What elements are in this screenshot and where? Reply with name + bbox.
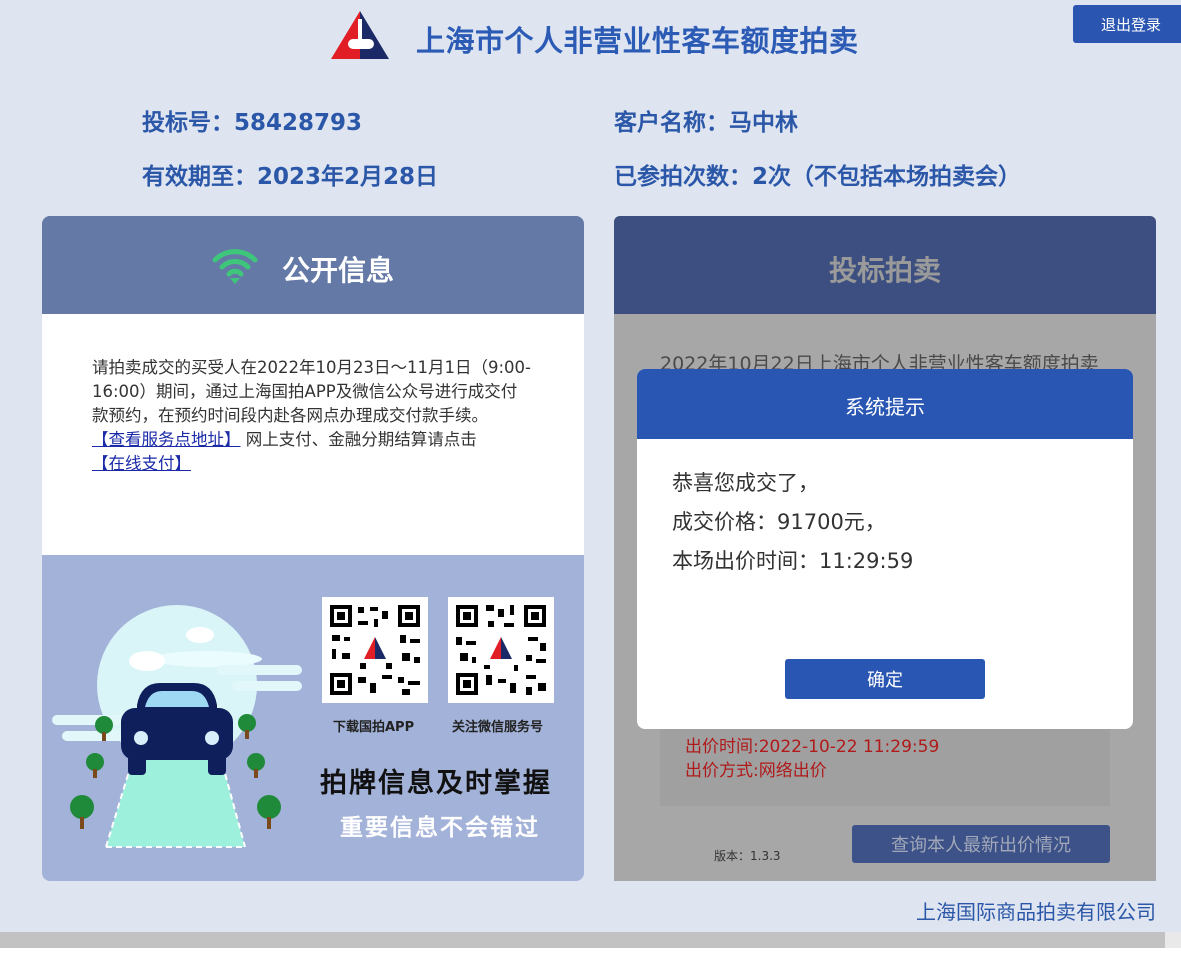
online-payment-text: 网上支付、金融分期结算请点击: [245, 430, 477, 449]
notice-text: 请拍卖成交的买受人在2022年10月23日～11月1日（9:00-16:00）期…: [92, 358, 531, 425]
app-qr-caption: 下载国拍APP: [333, 720, 415, 735]
logout-button[interactable]: 退出登录: [1073, 5, 1181, 43]
slogan-sub: 重要信息不会错过: [340, 815, 540, 841]
dialog-title: 系统提示: [845, 395, 925, 419]
public-info-panel: 公开信息 请拍卖成交的买受人在2022年10月23日～11月1日（9:00-16…: [42, 216, 584, 881]
query-latest-bid-button[interactable]: 查询本人最新出价情况: [852, 825, 1110, 863]
bid-time: 出价时间:2022-10-22 11:29:59: [685, 737, 940, 757]
dialog-message-congrats: 恭喜您成交了，: [672, 471, 819, 495]
wechat-qr-caption: 关注微信服务号: [452, 720, 544, 735]
app-qr-code: [322, 597, 428, 703]
dialog-message-price: 成交价格：91700元，: [672, 510, 886, 534]
payment-notice: 请拍卖成交的买受人在2022年10月23日～11月1日（9:00-16:00）期…: [92, 356, 532, 476]
version-label: 版本：1.3.3: [714, 849, 781, 863]
scrollbar-thumb[interactable]: [0, 932, 1165, 948]
car-illustration: [52, 605, 302, 848]
page-title: 上海市个人非营业性客车额度拍卖: [416, 24, 859, 58]
system-prompt-dialog: 系统提示 恭喜您成交了， 成交价格：91700元， 本场出价时间：11:29:5…: [637, 369, 1133, 729]
valid-until: 有效期至：2023年2月28日: [142, 164, 439, 190]
online-pay-link[interactable]: 【在线支付】: [92, 454, 191, 473]
dialog-header: 系统提示: [637, 369, 1133, 439]
confirm-button[interactable]: 确定: [785, 659, 985, 699]
page-bottom-area: [0, 948, 1181, 976]
wechat-qr-code: [448, 597, 554, 703]
bid-result-box: 出价时间:2022-10-22 11:29:59 出价方式:网络出价: [660, 716, 1110, 806]
public-info-title: 公开信息: [282, 254, 395, 287]
bidding-header: 投标拍卖: [614, 216, 1156, 314]
bid-method: 出价方式:网络出价: [685, 761, 827, 781]
bid-number: 投标号：58428793: [142, 110, 363, 136]
participation-count: 已参拍次数：2次（不包括本场拍卖会）: [614, 164, 1022, 190]
dialog-message-bid-time: 本场出价时间：11:29:59: [672, 549, 914, 573]
wifi-icon: [212, 249, 258, 284]
bidding-title: 投标拍卖: [828, 254, 941, 287]
service-address-link[interactable]: 【查看服务点地址】: [92, 430, 241, 449]
promo-banner: 下载国拍APP 关注微信服务号 拍牌信息及时掌握 重要信息不会错过: [42, 555, 584, 881]
company-name: 上海国际商品拍卖有限公司: [916, 900, 1156, 924]
public-info-header: 公开信息: [42, 216, 584, 314]
notice-area: 请拍卖成交的买受人在2022年10月23日～11月1日（9:00-16:00）期…: [42, 314, 584, 555]
slogan-main: 拍牌信息及时掌握: [320, 768, 552, 799]
customer-name: 客户名称：马中林: [614, 110, 798, 136]
auction-logo: [331, 11, 389, 59]
